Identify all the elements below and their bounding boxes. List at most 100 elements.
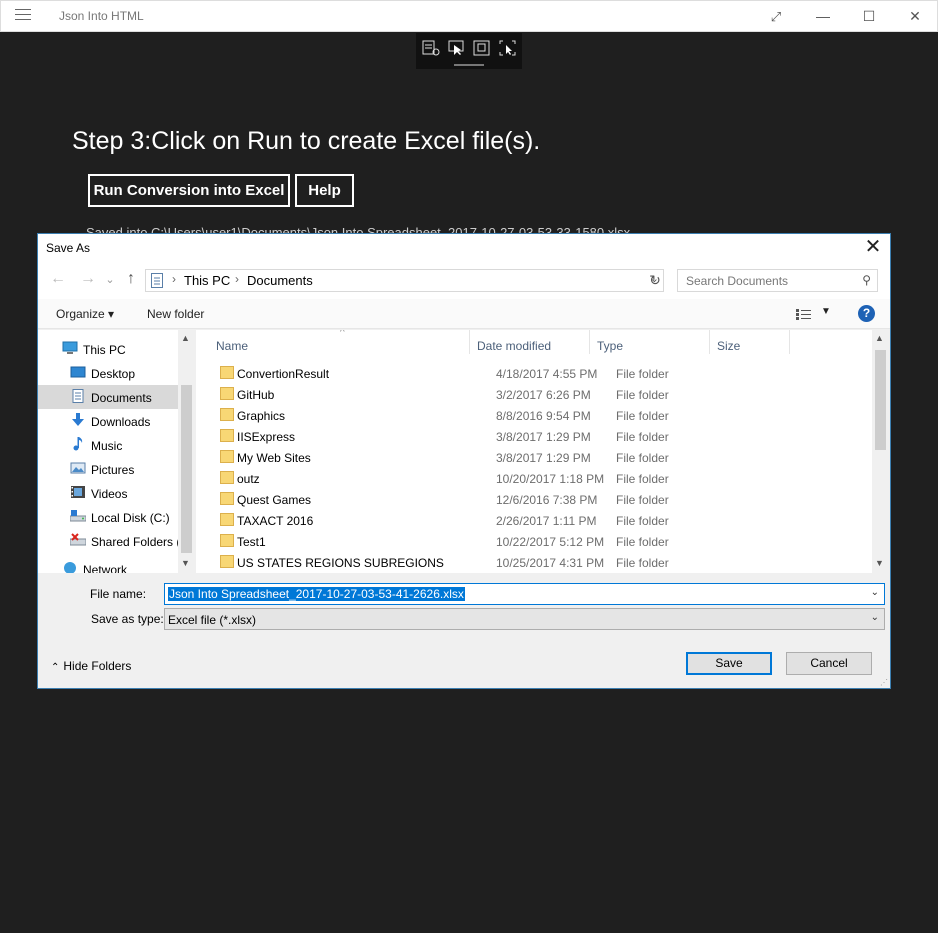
column-type[interactable]: Type (597, 330, 712, 354)
dialog-close-button[interactable]: ✕ (862, 236, 884, 258)
breadcrumb-this-pc[interactable]: This PC (184, 273, 230, 288)
file-type: File folder (616, 451, 669, 465)
file-row[interactable]: outz 10/20/2017 1:18 PM File folder (214, 468, 874, 489)
scroll-down-icon[interactable]: ▼ (875, 558, 884, 568)
document-folder-icon (151, 273, 163, 288)
file-row[interactable]: GitHub 3/2/2017 6:26 PM File folder (214, 384, 874, 405)
breadcrumb-chevron-icon[interactable]: › (172, 272, 176, 286)
file-row[interactable]: Quest Games 12/6/2016 7:38 PM File folder (214, 489, 874, 510)
file-row[interactable]: ConvertionResult 4/18/2017 4:55 PM File fo… (214, 363, 874, 384)
up-arrow-icon[interactable]: ↑ (121, 270, 141, 288)
file-date: 8/8/2016 9:54 PM (496, 409, 591, 423)
column-name[interactable]: Name ^ (216, 330, 471, 354)
column-size[interactable]: Size (717, 330, 792, 354)
file-name-input[interactable]: Json Into Spreadsheet_2017-10-27-03-53-4… (164, 583, 885, 605)
breadcrumb-documents[interactable]: Documents (247, 273, 313, 288)
file-date: 3/8/2017 1:29 PM (496, 451, 591, 465)
help-icon[interactable]: ? (858, 305, 875, 322)
address-bar[interactable]: › This PC › Documents ⌄ (145, 269, 664, 292)
column-label: Date modified (477, 339, 552, 353)
new-folder-button[interactable]: New folder (147, 307, 204, 321)
column-divider[interactable] (589, 330, 590, 354)
scroll-up-icon[interactable]: ▲ (181, 333, 190, 343)
save-button[interactable]: Save (686, 652, 772, 675)
file-list-scrollbar[interactable]: ▲ ▼ (872, 330, 889, 573)
select-element-icon[interactable] (448, 40, 466, 56)
hide-folders-label: Hide Folders (63, 659, 132, 673)
breadcrumb-chevron-icon[interactable]: › (235, 272, 239, 286)
resize-grip-icon[interactable]: ⋰ (880, 678, 888, 687)
file-row[interactable]: IISExpress 3/8/2017 1:29 PM File folder (214, 426, 874, 447)
nav-item-music[interactable]: Music (38, 433, 178, 457)
file-list: Name ^ Date modified Type Size Convertio… (196, 330, 889, 573)
navigation-pane: This PC Desktop Documents Downloads Musi… (38, 330, 195, 573)
scroll-up-icon[interactable]: ▲ (875, 333, 884, 343)
nav-item-desktop[interactable]: Desktop (38, 361, 178, 385)
nav-item-pictures[interactable]: Pictures (38, 457, 178, 481)
view-dropdown-icon[interactable]: ▼ (821, 306, 831, 317)
minimize-button[interactable]: — (800, 1, 846, 32)
maximize-button[interactable]: ☐ (846, 1, 892, 32)
refresh-icon[interactable]: ↻ (645, 269, 665, 292)
fullscreen-icon[interactable]: ⤢ (753, 1, 799, 32)
file-row[interactable]: Test1 10/22/2017 5:12 PM File folder (214, 531, 874, 552)
file-name: US STATES REGIONS SUBREGIONS (237, 556, 444, 570)
nav-scrollbar[interactable]: ▲ ▼ (178, 330, 195, 573)
save-type-dropdown-icon[interactable]: ⌄ (871, 612, 879, 623)
folder-icon (220, 429, 234, 442)
column-divider[interactable] (789, 330, 790, 354)
save-as-dialog: Save As ✕ ← → ⌄ ↑ › This PC › Documents … (37, 233, 891, 689)
file-type: File folder (616, 556, 669, 570)
file-row[interactable]: TAXACT 2016 2/26/2017 1:11 PM File folder (214, 510, 874, 531)
file-row[interactable]: My Web Sites 3/8/2017 1:29 PM File folder (214, 447, 874, 468)
nav-item-local-disk[interactable]: Local Disk (C:) (38, 505, 178, 529)
layout-adorner-icon[interactable] (473, 40, 491, 56)
nav-item-network[interactable]: Network (38, 557, 178, 573)
folder-icon (220, 366, 234, 379)
recent-locations-icon[interactable]: ⌄ (100, 273, 120, 286)
column-divider[interactable] (469, 330, 470, 354)
file-name: Graphics (237, 409, 286, 423)
live-tree-icon[interactable] (422, 40, 440, 56)
track-focus-icon[interactable] (499, 40, 517, 56)
toolbar-grip[interactable] (454, 64, 484, 66)
column-date-modified[interactable]: Date modified (477, 330, 592, 354)
nav-item-downloads[interactable]: Downloads (38, 409, 178, 433)
organize-button[interactable]: Organize ▾ (56, 307, 114, 321)
nav-item-documents[interactable]: Documents (38, 385, 178, 409)
column-label: Size (717, 339, 741, 353)
cancel-button[interactable]: Cancel (786, 652, 872, 675)
folder-icon (220, 408, 234, 421)
folder-icon (220, 555, 234, 568)
file-name: Test1 (237, 535, 266, 549)
forward-arrow-icon[interactable]: → (78, 270, 98, 288)
search-input[interactable]: Search Documents ⚲ (677, 269, 878, 292)
step-instruction: Step 3:Click on Run to create Excel file… (72, 127, 541, 155)
file-date: 12/6/2016 7:38 PM (496, 493, 598, 507)
file-name: ConvertionResult (237, 367, 330, 381)
nav-item-videos[interactable]: Videos (38, 481, 178, 505)
file-row[interactable]: US STATES REGIONS SUBREGIONS 10/25/2017 4… (214, 552, 874, 573)
run-conversion-button[interactable]: Run Conversion into Excel (88, 174, 290, 207)
file-scroll-thumb[interactable] (875, 350, 886, 450)
file-type: File folder (616, 409, 669, 423)
help-button[interactable]: Help (295, 174, 354, 207)
file-name-dropdown-icon[interactable]: ⌄ (871, 587, 879, 598)
close-window-button[interactable]: ✕ (892, 1, 938, 32)
file-type: File folder (616, 514, 669, 528)
column-divider[interactable] (709, 330, 710, 354)
search-placeholder: Search Documents (686, 274, 789, 288)
nav-scroll-thumb[interactable] (181, 385, 192, 553)
nav-label: Local Disk (C:) (91, 511, 170, 525)
folder-icon (220, 387, 234, 400)
save-type-select[interactable]: Excel file (*.xlsx) ⌄ (164, 608, 885, 630)
file-row[interactable]: Graphics 8/8/2016 9:54 PM File folder (214, 405, 874, 426)
hide-folders-button[interactable]: ⌃ Hide Folders (51, 659, 131, 673)
back-arrow-icon[interactable]: ← (48, 270, 68, 288)
nav-item-this-pc[interactable]: This PC (38, 337, 178, 361)
view-options-icon[interactable] (796, 309, 812, 320)
hamburger-menu-icon[interactable] (15, 9, 31, 23)
nav-item-shared-folders[interactable]: Shared Folders (\ (38, 529, 184, 553)
scroll-down-icon[interactable]: ▼ (181, 558, 190, 568)
documents-icon (72, 389, 84, 403)
